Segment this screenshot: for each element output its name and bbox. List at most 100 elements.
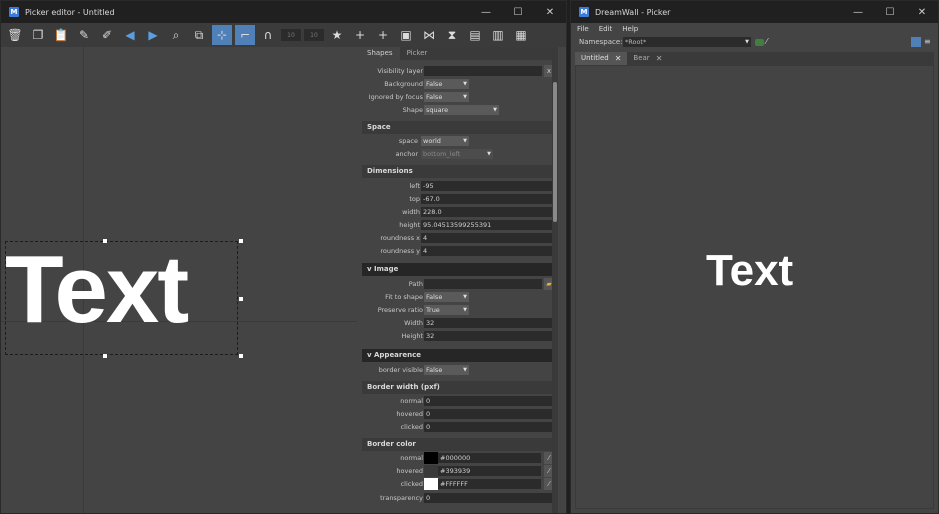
prop-ignored-by-focus: Ignored by focus False ▼ — [368, 92, 469, 102]
color-swatch-clicked[interactable] — [424, 478, 438, 490]
maximize-icon[interactable]: ☐ — [502, 1, 534, 23]
arrange-icon[interactable]: ▦ — [511, 25, 531, 45]
tab-untitled[interactable]: Untitled ✕ — [575, 52, 628, 65]
border-color-clicked-field[interactable]: #FFFFFF — [438, 479, 541, 489]
resize-handle-top-right[interactable] — [239, 239, 243, 243]
move-down-icon[interactable]: ▥ — [488, 25, 508, 45]
add-button-icon[interactable]: + — [373, 25, 393, 45]
snap-grid-icon[interactable]: ⊹ — [212, 25, 232, 45]
resize-handle-top[interactable] — [103, 239, 107, 243]
paste-icon[interactable]: 📋 — [51, 25, 71, 45]
transparency-field[interactable]: 0 — [424, 493, 554, 503]
search-icon[interactable]: ⌕ — [166, 25, 186, 45]
copy-icon[interactable]: ❐ — [28, 25, 48, 45]
image-width-field[interactable]: 32 — [424, 318, 554, 328]
snap-y-field[interactable]: 10 — [304, 29, 324, 41]
layers-toggle-icon[interactable] — [911, 37, 921, 47]
prop-background: Background False ▼ — [384, 79, 469, 89]
border-visible-dropdown[interactable]: False ▼ — [424, 365, 469, 375]
menu-edit[interactable]: Edit — [599, 25, 613, 33]
prop-image-height: Height 32 — [360, 330, 554, 342]
border-color-hovered-field[interactable]: #393939 — [438, 466, 541, 476]
picker-titlebar: M DreamWall - Picker — ☐ ✕ — [571, 1, 938, 23]
section-appearance[interactable]: v Appearence — [362, 349, 554, 362]
border-width-hovered-field[interactable]: 0 — [424, 409, 554, 419]
resize-handle-bottom-right[interactable] — [239, 354, 243, 358]
magnet-icon[interactable]: ∩ — [258, 25, 278, 45]
close-icon[interactable]: ✕ — [906, 1, 938, 23]
prop-roundness-x: roundness x 4 — [360, 232, 554, 244]
minimize-icon[interactable]: — — [842, 1, 874, 23]
menu-help[interactable]: Help — [622, 25, 638, 33]
roundness-x-field[interactable]: 4 — [421, 233, 554, 243]
section-space[interactable]: Space — [362, 121, 554, 134]
add-background-icon[interactable]: ▣ — [396, 25, 416, 45]
picker-canvas[interactable]: Text — [575, 65, 934, 509]
eyedropper-icon[interactable]: ⁄ — [766, 37, 767, 46]
picker-tabs: Untitled ✕ Bear ✕ — [575, 52, 934, 65]
prop-path: Path ▰ — [360, 278, 554, 290]
hierarchy-icon[interactable]: ⧉ — [189, 25, 209, 45]
snap-line-icon[interactable]: ⌐ — [235, 25, 255, 45]
fit-to-shape-dropdown[interactable]: False ▼ — [424, 292, 469, 302]
preserve-ratio-dropdown[interactable]: True ▼ — [424, 305, 469, 315]
panel-scrollbar[interactable] — [552, 60, 558, 513]
border-width-clicked-field[interactable]: 0 — [424, 422, 554, 432]
prop-left: left -95 — [360, 180, 554, 192]
color-swatch-hovered[interactable] — [424, 465, 438, 477]
background-dropdown[interactable]: False ▼ — [424, 79, 469, 89]
border-width-normal-field[interactable]: 0 — [424, 396, 554, 406]
prop-space: space world ▼ — [398, 136, 469, 146]
chevron-down-icon: ▼ — [463, 81, 467, 87]
space-dropdown[interactable]: world ▼ — [421, 136, 469, 146]
add-text-shape-icon[interactable]: + — [350, 25, 370, 45]
picker-text-shape[interactable]: Text — [706, 246, 793, 296]
scrollbar-thumb[interactable] — [553, 82, 557, 222]
dreamwall-picker-window: M DreamWall - Picker — ☐ ✕ File Edit Hel… — [570, 0, 939, 514]
roundness-y-field[interactable]: 4 — [421, 246, 554, 256]
mirror-horizontal-icon[interactable]: ⋈ — [419, 25, 439, 45]
border-color-normal-field[interactable]: #000000 — [438, 453, 541, 463]
canvas-text-shape[interactable]: Text — [5, 235, 189, 345]
paste-settings-icon[interactable]: ✎ — [74, 25, 94, 45]
delete-icon[interactable]: 🗑 — [5, 25, 25, 45]
pick-settings-icon[interactable]: ✐ — [97, 25, 117, 45]
section-dimensions[interactable]: Dimensions — [362, 165, 554, 178]
width-field[interactable]: 228.0 — [421, 207, 554, 217]
minimize-icon[interactable]: — — [470, 1, 502, 23]
menu-file[interactable]: File — [577, 25, 589, 33]
settings-icon[interactable]: ≡ — [924, 37, 931, 46]
visibility-layer-field[interactable] — [424, 66, 542, 76]
chevron-down-icon: ▼ — [463, 294, 467, 300]
shape-dropdown[interactable]: square ▼ — [424, 105, 499, 115]
tab-shapes[interactable]: Shapes — [360, 47, 400, 60]
prop-height: height 95.04513599255391 — [360, 219, 554, 231]
image-height-field[interactable]: 32 — [424, 331, 554, 341]
snap-x-field[interactable]: 10 — [281, 29, 301, 41]
tab-picker[interactable]: Picker — [400, 47, 435, 60]
tab-bear[interactable]: Bear ✕ — [627, 52, 668, 65]
star-icon[interactable]: ★ — [327, 25, 347, 45]
prop-roundness-y: roundness y 4 — [360, 245, 554, 257]
editor-toolbar: 🗑 ❐ 📋 ✎ ✐ ◀ ▶ ⌕ ⧉ ⊹ ⌐ ∩ 10 10 ★ + + ▣ ⋈ … — [1, 23, 566, 47]
editor-canvas[interactable]: Text — [1, 47, 357, 513]
close-icon[interactable]: ✕ — [534, 1, 566, 23]
namespace-dropdown[interactable]: *Root* ▼ — [623, 37, 751, 47]
resize-handle-right[interactable] — [239, 297, 243, 301]
image-path-field[interactable] — [424, 279, 542, 289]
resize-handle-bottom[interactable] — [103, 354, 107, 358]
section-image[interactable]: v Image — [362, 263, 554, 276]
undo-arrow-icon[interactable]: ◀ — [120, 25, 140, 45]
top-field[interactable]: -67.0 — [421, 194, 554, 204]
app-logo-icon: M — [9, 7, 19, 17]
redo-arrow-icon[interactable]: ▶ — [143, 25, 163, 45]
color-swatch-normal[interactable] — [424, 452, 438, 464]
height-field[interactable]: 95.04513599255391 — [421, 220, 554, 230]
mirror-vertical-icon[interactable]: ⧗ — [442, 25, 462, 45]
move-up-icon[interactable]: ▤ — [465, 25, 485, 45]
prop-shape: Shape square ▼ — [402, 105, 499, 115]
left-field[interactable]: -95 — [421, 181, 554, 191]
ignored-by-focus-dropdown[interactable]: False ▼ — [424, 92, 469, 102]
prop-fit-to-shape: Fit to shape False ▼ — [385, 292, 469, 302]
maximize-icon[interactable]: ☐ — [874, 1, 906, 23]
